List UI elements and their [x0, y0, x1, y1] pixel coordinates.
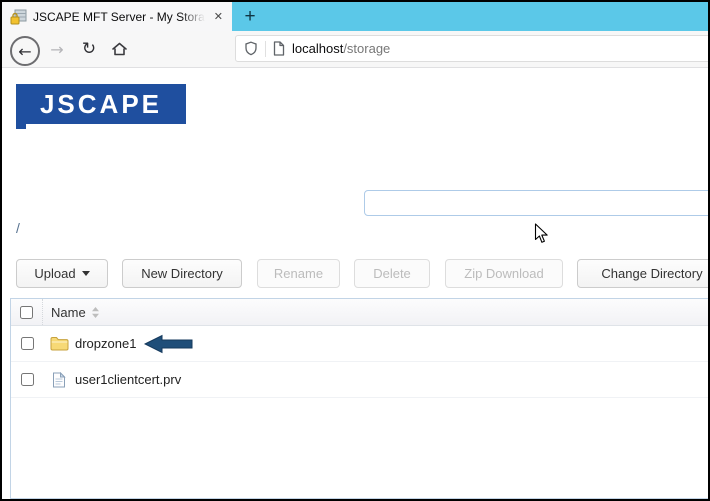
name-header-label: Name: [51, 305, 86, 320]
icon-cell: [49, 372, 69, 388]
rename-button[interactable]: Rename: [257, 259, 340, 288]
tab-title: JSCAPE MFT Server - My Storag: [33, 10, 205, 24]
new-tab-button[interactable]: +: [232, 2, 268, 31]
change-directory-button[interactable]: Change Directory: [577, 259, 710, 288]
select-all-checkbox[interactable]: [20, 306, 33, 319]
forward-button[interactable]: →: [44, 36, 70, 62]
database-lock-icon: [10, 9, 27, 25]
folder-icon: [50, 336, 69, 351]
row-checkbox[interactable]: [21, 373, 34, 386]
file-name[interactable]: user1clientcert.prv: [75, 372, 181, 387]
divider: [265, 41, 266, 57]
caret-down-icon: [82, 271, 90, 276]
name-column-header[interactable]: Name: [51, 305, 100, 320]
logo-text: JSCAPE: [40, 91, 162, 117]
jscape-logo: JSCAPE: [16, 84, 186, 124]
close-tab-icon[interactable]: ✕: [211, 8, 226, 25]
table-row[interactable]: dropzone1: [11, 326, 710, 362]
search-input[interactable]: [364, 190, 710, 216]
upload-button[interactable]: Upload: [16, 259, 108, 288]
arrow-annotation-icon: [144, 334, 193, 354]
new-directory-button[interactable]: New Directory: [122, 259, 242, 288]
zip-download-button[interactable]: Zip Download: [445, 259, 563, 288]
url-text: localhost/storage: [292, 41, 390, 56]
file-name[interactable]: dropzone1: [75, 336, 136, 351]
select-all-cell: [11, 299, 43, 325]
browser-tab[interactable]: JSCAPE MFT Server - My Storag ✕: [2, 2, 232, 31]
browser-toolbar: ← → ↻ localhost/storage: [2, 31, 708, 68]
upload-label: Upload: [34, 266, 75, 281]
file-icon: [52, 372, 66, 388]
icon-cell: [49, 336, 69, 351]
row-checkbox[interactable]: [21, 337, 34, 350]
home-icon: [111, 41, 128, 57]
action-toolbar: Upload New Directory Rename Delete Zip D…: [16, 259, 710, 288]
url-host: localhost: [292, 41, 343, 56]
reload-button[interactable]: ↻: [76, 36, 102, 62]
table-row[interactable]: user1clientcert.prv: [11, 362, 710, 398]
back-button[interactable]: ←: [10, 36, 40, 66]
address-bar[interactable]: localhost/storage: [235, 35, 710, 62]
current-path: /: [16, 220, 20, 236]
sort-icon: [91, 306, 100, 319]
tab-strip: JSCAPE MFT Server - My Storag ✕ +: [2, 2, 708, 31]
table-header: Name: [11, 299, 710, 326]
mouse-cursor: [534, 223, 549, 244]
url-path: /storage: [343, 41, 390, 56]
row-checkbox-cell: [11, 362, 43, 397]
home-button[interactable]: [106, 36, 132, 62]
browser-window: JSCAPE MFT Server - My Storag ✕ + ← → ↻ …: [0, 0, 710, 501]
delete-button[interactable]: Delete: [354, 259, 430, 288]
page-icon: [273, 41, 285, 56]
file-table: Name dropzone1: [10, 298, 710, 499]
shield-icon: [244, 41, 258, 56]
row-checkbox-cell: [11, 326, 43, 361]
